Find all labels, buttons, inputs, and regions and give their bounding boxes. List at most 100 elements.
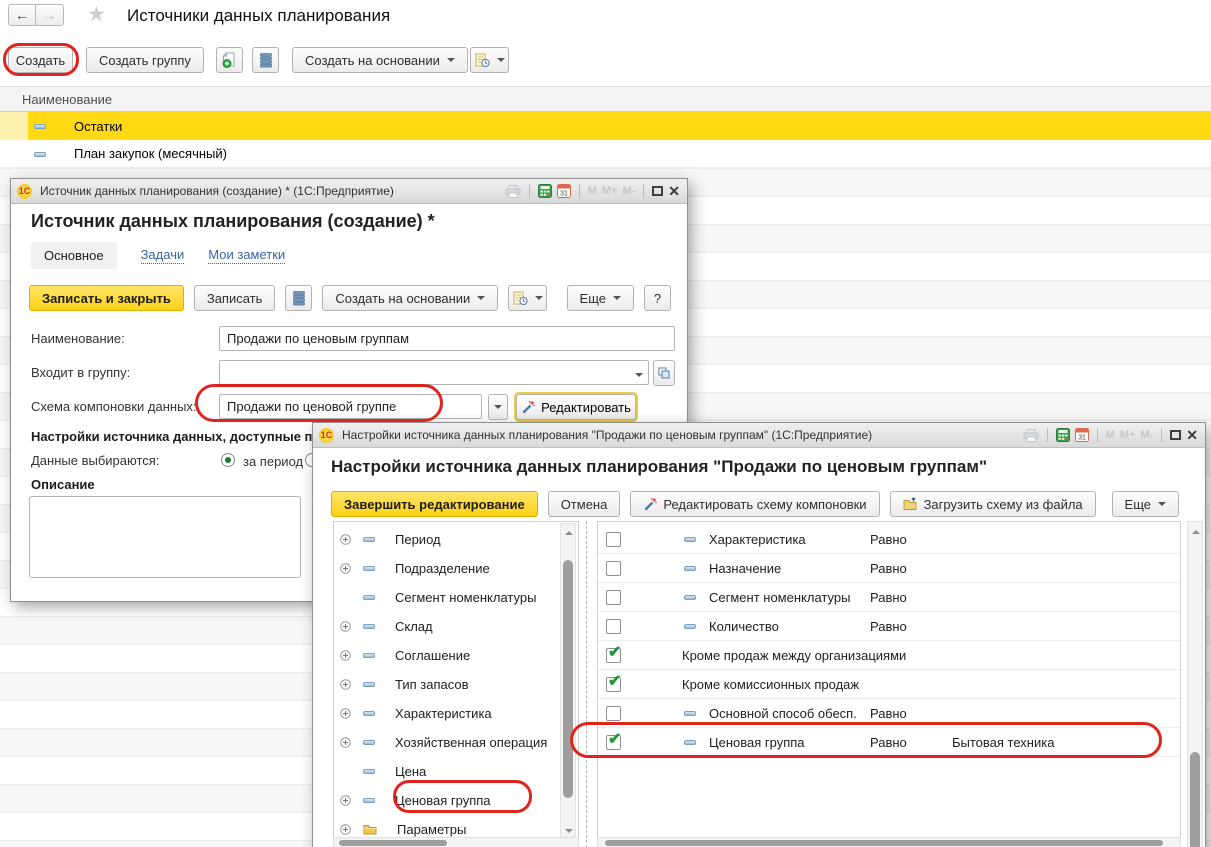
expand-plus-icon[interactable] [340,795,351,806]
scroll-down-icon[interactable] [565,829,573,837]
printer-icon[interactable] [1023,429,1039,442]
calendar-icon[interactable]: 31 [1075,428,1089,442]
panel-splitter[interactable] [586,521,587,847]
memory-m-icon[interactable]: M [588,185,597,197]
conditions-horizontal-scrollbar[interactable] [597,837,1181,847]
create-button[interactable]: Создать [8,47,73,73]
document-history-dropdown[interactable] [470,47,509,73]
finish-editing-button[interactable]: Завершить редактирование [331,491,538,517]
checkbox[interactable] [606,532,621,547]
load-schema-button[interactable]: Загрузить схему из файла [890,491,1096,517]
chevron-down-icon[interactable] [635,373,643,381]
checkbox[interactable] [606,561,621,576]
maximize-icon[interactable] [652,186,663,196]
tree-item-period[interactable]: Период [334,525,578,554]
checkbox[interactable] [606,706,621,721]
new-document-button[interactable] [216,47,243,73]
description-textarea[interactable] [29,496,301,578]
tree-item-warehouse[interactable]: Склад [334,612,578,641]
tree-item-characteristic[interactable]: Характеристика [334,699,578,728]
memory-mplus-icon[interactable]: M+ [602,185,618,197]
tab-tasks[interactable]: Задачи [141,247,185,264]
radio-period[interactable] [221,453,235,467]
list-settings-button[interactable] [285,285,312,311]
calculator-icon[interactable] [1056,428,1070,442]
favorite-star-icon[interactable]: ★ [87,2,106,27]
more-button[interactable]: Еще [567,285,634,311]
more-button[interactable]: Еще [1112,491,1179,517]
close-icon[interactable]: ✕ [1186,428,1198,442]
create-based-on-button[interactable]: Создать на основании [322,285,498,311]
condition-row[interactable]: Характеристика Равно [598,525,1180,554]
expand-plus-icon[interactable] [340,650,351,661]
expand-plus-icon[interactable] [340,679,351,690]
condition-row[interactable]: Сегмент номенклатуры Равно [598,583,1180,612]
dcs-input[interactable] [219,394,482,419]
scrollbar-thumb[interactable] [1190,752,1200,847]
tree-horizontal-scrollbar[interactable] [333,837,579,847]
expand-plus-icon[interactable] [340,708,351,719]
expand-plus-icon[interactable] [340,621,351,632]
dcs-dropdown-button[interactable] [488,394,508,420]
condition-row[interactable]: Количество Равно [598,612,1180,641]
tab-notes[interactable]: Мои заметки [208,247,285,264]
tree-item-operation[interactable]: Хозяйственная операция [334,728,578,757]
tree-vertical-scrollbar[interactable] [560,523,576,841]
expand-plus-icon[interactable] [340,534,351,545]
checkbox[interactable] [606,590,621,605]
tree-item-segment[interactable]: Сегмент номенклатуры [334,583,578,612]
tree-item-stock-type[interactable]: Тип запасов [334,670,578,699]
condition-row[interactable]: ✔ Кроме продаж между организациями [598,641,1180,670]
conditions-vertical-scrollbar[interactable] [1187,521,1203,847]
edit-dcs-button[interactable]: Редактировать [516,394,636,420]
document-history-dropdown[interactable] [508,285,547,311]
checkbox[interactable]: ✔ [606,677,621,692]
list-settings-button[interactable] [252,47,279,73]
scrollbar-thumb[interactable] [339,840,447,846]
maximize-icon[interactable] [1170,430,1181,440]
scrollbar-thumb[interactable] [563,560,573,798]
checkbox[interactable] [606,619,621,634]
help-button[interactable]: ? [644,285,671,311]
list-item[interactable]: План закупок (месячный) [0,140,1211,168]
condition-row[interactable]: ✔ Кроме комиссионных продаж [598,670,1180,699]
memory-mminus-icon[interactable]: M- [622,185,635,197]
expand-plus-icon[interactable] [340,563,351,574]
scrollbar-thumb[interactable] [605,840,1163,846]
printer-icon[interactable] [505,185,521,198]
list-item[interactable]: Остатки [0,112,1211,140]
back-button[interactable]: ← [8,4,36,26]
expand-plus-icon[interactable] [340,824,351,835]
condition-row-price-group[interactable]: ✔ Ценовая группа Равно Бытовая техника [598,728,1180,757]
dialog1-titlebar[interactable]: 1С Источник данных планирования (создани… [11,179,687,204]
memory-m-icon[interactable]: M [1106,429,1115,441]
scroll-up-icon[interactable] [1192,526,1200,534]
tree-item-agreement[interactable]: Соглашение [334,641,578,670]
name-input[interactable] [219,326,675,351]
create-group-button[interactable]: Создать группу [86,47,204,73]
condition-row[interactable]: Назначение Равно [598,554,1180,583]
memory-mminus-icon[interactable]: M- [1140,429,1153,441]
forward-button[interactable]: → [36,4,64,26]
save-button[interactable]: Записать [194,285,276,311]
checkbox[interactable]: ✔ [606,648,621,663]
open-group-button[interactable] [653,360,675,386]
condition-row[interactable]: Основной способ обесп... Равно [598,699,1180,728]
save-and-close-button[interactable]: Записать и закрыть [29,285,184,311]
close-icon[interactable]: ✕ [668,184,680,198]
parent-group-input[interactable] [219,360,649,385]
checkbox[interactable]: ✔ [606,735,621,750]
tree-item-price-group[interactable]: Ценовая группа [334,786,578,815]
tree-item-price[interactable]: Цена [334,757,578,786]
scroll-up-icon[interactable] [565,527,573,535]
calendar-icon[interactable]: 31 [557,184,571,198]
tab-main[interactable]: Основное [31,242,117,269]
edit-schema-button[interactable]: Редактировать схему компоновки [630,491,879,517]
expand-plus-icon[interactable] [340,737,351,748]
dialog2-titlebar[interactable]: 1С Настройки источника данных планирован… [313,423,1205,448]
list-column-header[interactable]: Наименование [0,86,1211,112]
memory-mplus-icon[interactable]: M+ [1120,429,1136,441]
create-based-on-button[interactable]: Создать на основании [292,47,468,73]
tree-item-department[interactable]: Подразделение [334,554,578,583]
cancel-button[interactable]: Отмена [548,491,621,517]
